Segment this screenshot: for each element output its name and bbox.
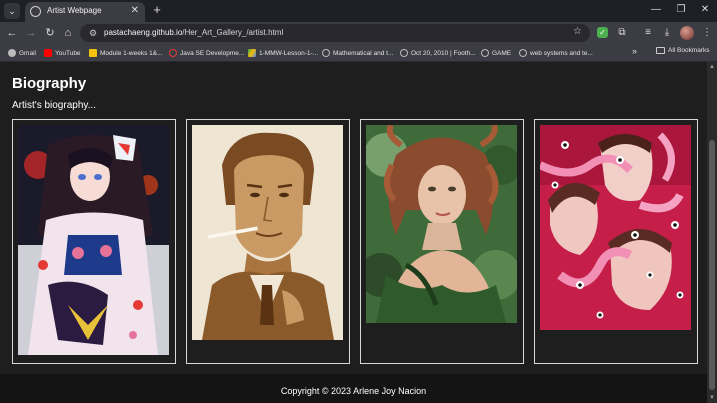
globe-icon — [481, 49, 489, 57]
bookmark-gmail[interactable]: Gmail — [8, 47, 36, 59]
download-icon[interactable]: ⤓ — [660, 26, 674, 40]
folder-icon — [656, 47, 665, 54]
tab-search-icon[interactable]: ⌄ — [4, 3, 20, 19]
tab-strip: ⌄ Artist Webpage ✕ + — ❐ ✕ — [0, 0, 717, 22]
gallery-card[interactable] — [534, 119, 698, 364]
artwork-surreal-faces — [540, 125, 691, 330]
bookmark-label: Oct 20, 2010 | Footh... — [411, 49, 476, 57]
drive-icon — [248, 49, 256, 57]
all-bookmarks-label: All Bookmarks — [668, 47, 710, 54]
scrollbar-thumb[interactable] — [709, 140, 715, 390]
bookmark-label: Module 1-weeks 1&... — [100, 49, 163, 57]
all-bookmarks-button[interactable]: All Bookmarks — [656, 47, 710, 54]
menu-kebab-icon[interactable]: ⋮ — [700, 26, 714, 40]
bookmark-web-systems[interactable]: web systems and te... — [519, 47, 593, 59]
artwork-medusa — [366, 125, 517, 323]
more-bookmarks-icon[interactable]: » — [632, 46, 637, 56]
page-content: Biography Artist's biography... Copyrigh… — [0, 62, 707, 403]
url-host: pastachaeng.github.io — [104, 28, 183, 37]
bookmark-star-icon[interactable]: ☆ — [573, 26, 582, 37]
bookmark-game[interactable]: GAME — [481, 47, 511, 59]
footer-copyright: Copyright © 2023 Arlene Joy Nacion — [280, 386, 427, 396]
artwork-kimono-girl — [18, 125, 169, 355]
scroll-down-icon[interactable]: ▼ — [709, 395, 715, 401]
biography-text: Artist's biography... — [12, 100, 96, 111]
gmail-icon — [8, 49, 16, 57]
url-text: pastachaeng.github.io/Her_Art_Gallery_/a… — [104, 28, 283, 37]
tab-favicon-icon — [30, 6, 41, 17]
reload-icon[interactable]: ↻ — [42, 25, 58, 41]
page-footer: Copyright © 2023 Arlene Joy Nacion — [0, 374, 707, 403]
back-icon[interactable]: ← — [4, 25, 20, 41]
java-icon — [169, 49, 177, 57]
bookmark-label: GAME — [492, 49, 512, 57]
globe-icon — [519, 49, 527, 57]
gallery-card[interactable] — [12, 119, 176, 364]
artwork-sepia-man — [192, 125, 343, 340]
globe-icon — [322, 49, 330, 57]
bookmarks-bar: Gmail YouTube Module 1-weeks 1&... Java … — [0, 44, 717, 62]
tab-title: Artist Webpage — [47, 6, 102, 15]
bookmark-oct20[interactable]: Oct 20, 2010 | Footh... — [400, 47, 476, 59]
bookmark-label: web systems and te... — [530, 49, 593, 57]
bookmark-label: Mathematical and t... — [333, 49, 394, 57]
globe-icon — [400, 49, 408, 57]
biography-heading: Biography — [12, 75, 87, 92]
bookmark-label: Java SE Developme... — [180, 49, 245, 57]
address-bar[interactable]: ⚙ pastachaeng.github.io/Her_Art_Gallery_… — [80, 24, 590, 42]
gallery-card[interactable] — [186, 119, 350, 364]
media-control-icon[interactable]: ≡ — [641, 26, 655, 40]
scroll-up-icon[interactable]: ▲ — [709, 64, 715, 70]
bookmark-mathematical[interactable]: Mathematical and t... — [322, 47, 393, 59]
home-icon[interactable]: ⌂ — [60, 25, 76, 41]
close-window-icon[interactable]: ✕ — [698, 3, 712, 17]
bookmark-label: YouTube — [55, 49, 81, 57]
bookmark-youtube[interactable]: YouTube — [44, 47, 81, 59]
forward-icon[interactable]: → — [23, 25, 39, 41]
extensions-puzzle-icon[interactable]: ⧉ — [615, 26, 629, 40]
bookmark-module[interactable]: Module 1-weeks 1&... — [89, 47, 163, 59]
url-path: /Her_Art_Gallery_/artist.html — [182, 28, 284, 37]
extension-shield-icon[interactable]: ✓ — [597, 27, 608, 38]
bookmark-java[interactable]: Java SE Developme... — [169, 47, 244, 59]
bookmark-mmw[interactable]: 1-MMW-Lesson-1-... — [248, 47, 318, 59]
profile-avatar[interactable] — [680, 26, 694, 40]
bookmark-label: Gmail — [19, 49, 36, 57]
tab-artist-webpage[interactable]: Artist Webpage ✕ — [25, 2, 145, 22]
bookmark-label: 1-MMW-Lesson-1-... — [259, 49, 319, 57]
module-icon — [89, 49, 97, 57]
page-scrollbar[interactable]: ▲ ▼ — [707, 62, 717, 403]
tab-close-icon[interactable]: ✕ — [131, 5, 139, 17]
youtube-icon — [44, 49, 52, 57]
minimize-icon[interactable]: — — [649, 3, 663, 17]
browser-toolbar: ← → ↻ ⌂ ⚙ pastachaeng.github.io/Her_Art_… — [0, 22, 717, 44]
site-info-icon[interactable]: ⚙ — [87, 27, 99, 39]
new-tab-icon[interactable]: + — [150, 3, 164, 17]
restore-icon[interactable]: ❐ — [674, 3, 688, 17]
gallery-card[interactable] — [360, 119, 524, 364]
